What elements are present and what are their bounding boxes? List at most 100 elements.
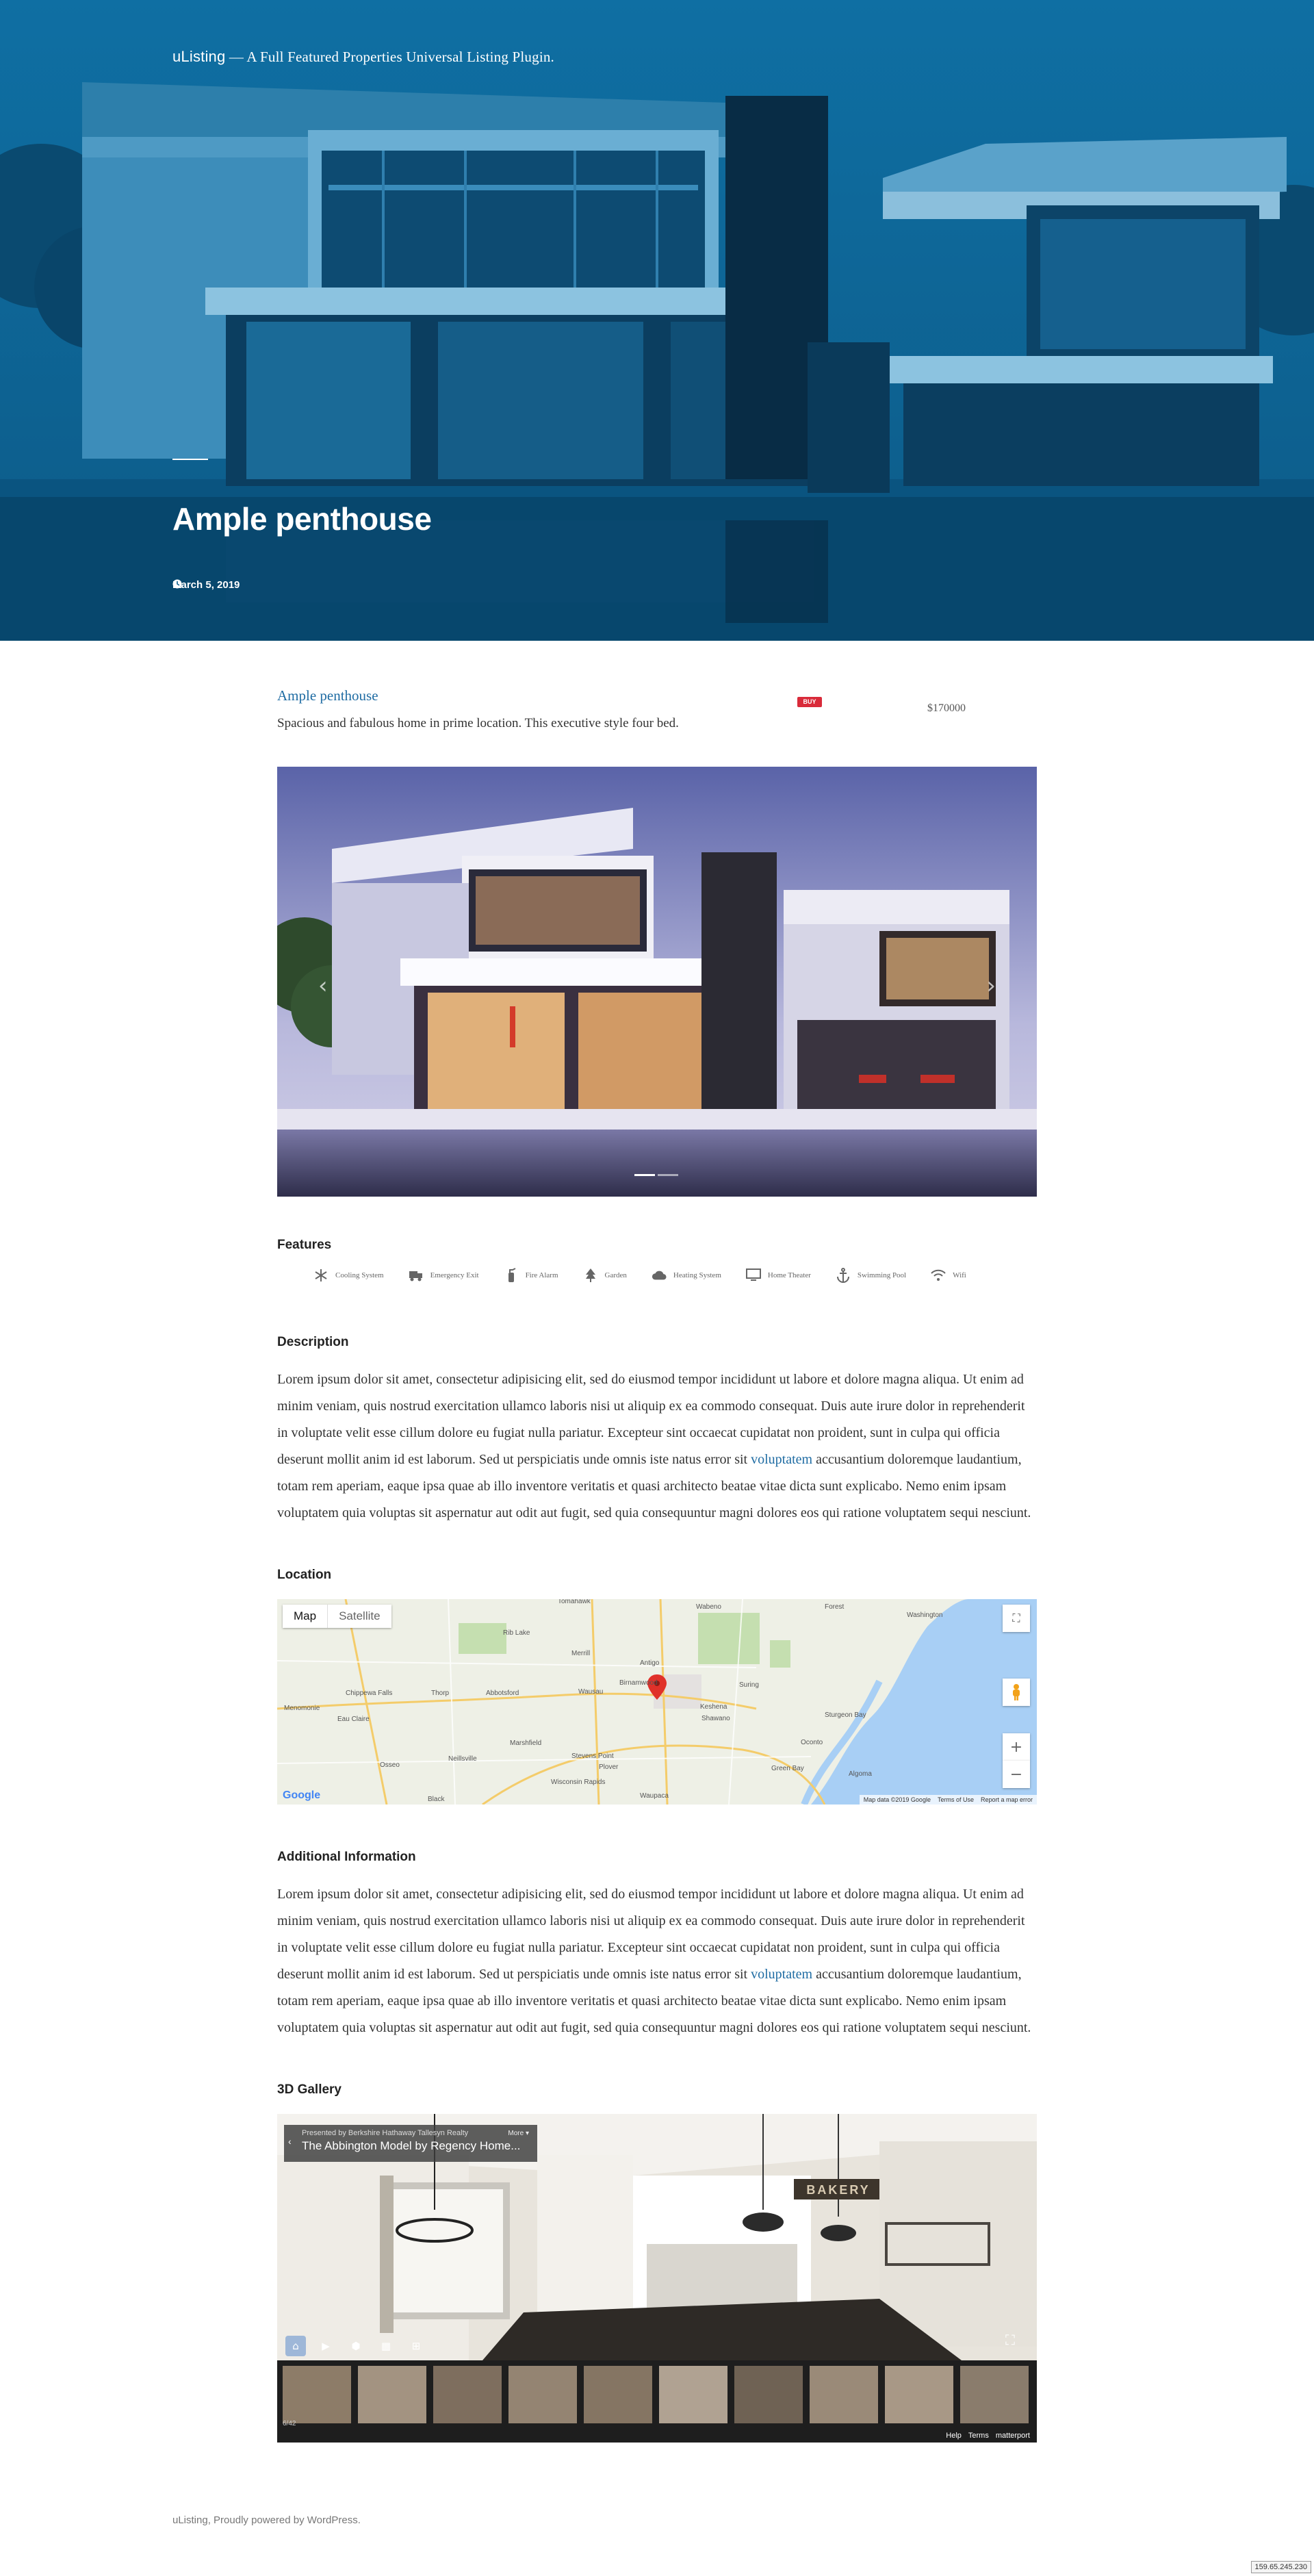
- dollhouse-icon[interactable]: ⬢: [346, 2336, 366, 2356]
- hero-banner: uListing — A Full Featured Properties Un…: [0, 0, 1314, 641]
- tour-thumbnail[interactable]: [358, 2366, 426, 2423]
- map-canvas[interactable]: Tomahawk Rib Lake Merrill Antigo Wabeno …: [277, 1599, 1037, 1805]
- map-place: Sturgeon Bay: [825, 1711, 866, 1719]
- satellite-button[interactable]: Satellite: [327, 1605, 391, 1628]
- map-place: Green Bay: [771, 1765, 804, 1772]
- feature-label: Wifi: [953, 1271, 966, 1279]
- hero-divider: [172, 459, 208, 460]
- measure-icon[interactable]: ⊞: [406, 2336, 426, 2356]
- map-place: Rib Lake: [503, 1629, 530, 1637]
- floorplan-icon[interactable]: ▦: [376, 2336, 396, 2356]
- presented-by: Presented by Berkshire Hathaway Tallesyn…: [302, 2129, 469, 2137]
- truck-icon: [409, 1268, 424, 1283]
- tour-terms-link[interactable]: Terms: [968, 2432, 989, 2440]
- bakery-sign-text: BAKERY: [806, 2183, 870, 2197]
- map-terms-link[interactable]: Terms of Use: [938, 1796, 974, 1803]
- site-footer[interactable]: uListing, Proudly powered by WordPress.: [172, 2514, 361, 2526]
- chevron-left-icon[interactable]: ‹: [288, 2136, 292, 2147]
- zoom-in-button[interactable]: +: [1003, 1733, 1030, 1761]
- page-title: Ample penthouse: [172, 501, 432, 537]
- gallery-dot[interactable]: [658, 1174, 678, 1176]
- anchor-icon: [836, 1268, 851, 1283]
- feature-item: Emergency Exit: [409, 1268, 479, 1283]
- location-map[interactable]: Tomahawk Rib Lake Merrill Antigo Wabeno …: [277, 1599, 1037, 1805]
- feature-item: Home Theater: [745, 1268, 811, 1283]
- map-place: Thorp: [431, 1689, 450, 1697]
- additional-info-text: Lorem ipsum dolor sit amet, consectetur …: [277, 1881, 1037, 2041]
- site-title[interactable]: uListing — A Full Featured Properties Un…: [172, 48, 554, 66]
- tour-title: The Abbington Model by Regency Home...: [302, 2139, 521, 2152]
- feature-item: Fire Alarm: [504, 1268, 558, 1283]
- tour-thumbnail[interactable]: [810, 2366, 878, 2423]
- post-date[interactable]: March 5, 2019: [172, 579, 240, 591]
- map-place: Keshena: [700, 1703, 727, 1711]
- title-separator: —: [229, 49, 244, 65]
- tour-thumbnail[interactable]: [508, 2366, 577, 2423]
- listing-header: Ample penthouse Spacious and fabulous ho…: [277, 687, 1037, 735]
- description-link[interactable]: voluptatem: [751, 1452, 812, 1467]
- map-place: Shawano: [701, 1715, 730, 1722]
- additional-link[interactable]: voluptatem: [751, 1967, 812, 1982]
- gallery-prev-arrow[interactable]: ‹: [318, 972, 328, 999]
- features-list: Cooling System Emergency Exit Fire Alarm…: [313, 1268, 1073, 1283]
- tour-thumbnail[interactable]: [659, 2366, 727, 2423]
- ip-address-box: 159.65.245.230: [1250, 2561, 1311, 2573]
- tour-thumbnail[interactable]: [433, 2366, 502, 2423]
- map-place: Eau Claire: [337, 1716, 370, 1723]
- tour-help-link[interactable]: Help: [946, 2432, 962, 2440]
- tour-thumbnail[interactable]: [283, 2366, 351, 2423]
- tour-thumbnail[interactable]: [885, 2366, 953, 2423]
- 3d-tour-viewer[interactable]: BAKERY ‹ Presented by Berkshire Hathaway…: [277, 2114, 1037, 2443]
- map-place: Plover: [599, 1763, 619, 1771]
- tour-thumbnail[interactable]: [960, 2366, 1029, 2423]
- map-place: Suring: [739, 1681, 759, 1689]
- gallery-dot[interactable]: [634, 1174, 655, 1176]
- map-place: Washington: [907, 1611, 942, 1619]
- additional-info-heading: Additional Information: [277, 1850, 416, 1864]
- map-place: Antigo: [640, 1659, 660, 1667]
- post-meta: March 5, 2019: [172, 579, 240, 591]
- map-place: Marshfield: [510, 1739, 541, 1747]
- monitor-icon: [745, 1268, 761, 1283]
- wifi-icon: [931, 1268, 946, 1283]
- feature-item: Swimming Pool: [836, 1268, 906, 1283]
- feature-label: Home Theater: [767, 1271, 811, 1279]
- tour-thumbnail-strip: 6/42 Help Terms matterport: [277, 2360, 1037, 2443]
- tour-footer: Help Terms matterport: [946, 2432, 1030, 2440]
- google-logo-text: Google: [283, 1789, 321, 1801]
- hero-house-image: [0, 0, 1314, 641]
- pegman-icon[interactable]: [1003, 1679, 1030, 1706]
- feature-item: Garden: [583, 1268, 627, 1283]
- listing-subtitle: Spacious and fabulous home in prime loca…: [277, 716, 679, 730]
- map-place: Stevens Point: [571, 1752, 614, 1760]
- features-heading: Features: [277, 1238, 332, 1252]
- fire-extinguisher-icon: [504, 1268, 519, 1283]
- feature-label: Emergency Exit: [430, 1271, 479, 1279]
- map-report-link[interactable]: Report a map error: [981, 1796, 1033, 1803]
- listing-title[interactable]: Ample penthouse: [277, 687, 378, 704]
- clock-icon: [172, 579, 182, 589]
- google-logo[interactable]: Google: [283, 1789, 320, 1802]
- photo-gallery[interactable]: ‹ ›: [277, 767, 1037, 1197]
- gallery-next-arrow[interactable]: ›: [986, 972, 996, 999]
- zoom-out-button[interactable]: −: [1003, 1761, 1030, 1788]
- fullscreen-icon[interactable]: ⛶: [1005, 2332, 1026, 2352]
- gallery-pagination: [634, 1174, 678, 1176]
- map-place: Waupaca: [640, 1792, 669, 1800]
- description-heading: Description: [277, 1335, 349, 1349]
- site-brand[interactable]: uListing: [172, 48, 225, 65]
- tour-info-card[interactable]: ‹ Presented by Berkshire Hathaway Talles…: [284, 2125, 537, 2162]
- 3d-view-icon[interactable]: ⌂: [285, 2336, 306, 2356]
- play-icon[interactable]: ▶: [315, 2336, 336, 2356]
- cloud-icon: [652, 1268, 667, 1283]
- tour-thumbnail[interactable]: [734, 2366, 803, 2423]
- fullscreen-icon[interactable]: ⛶: [1003, 1605, 1030, 1632]
- tour-thumbnail[interactable]: [584, 2366, 652, 2423]
- matterport-logo[interactable]: matterport: [996, 2432, 1030, 2440]
- map-place: Black: [428, 1796, 445, 1803]
- map-button[interactable]: Map: [283, 1605, 327, 1628]
- more-button[interactable]: More ▾: [508, 2130, 529, 2137]
- tree-icon: [583, 1268, 598, 1283]
- listing-type-badge: BUY: [797, 697, 822, 707]
- listing-price: $170000: [927, 702, 966, 714]
